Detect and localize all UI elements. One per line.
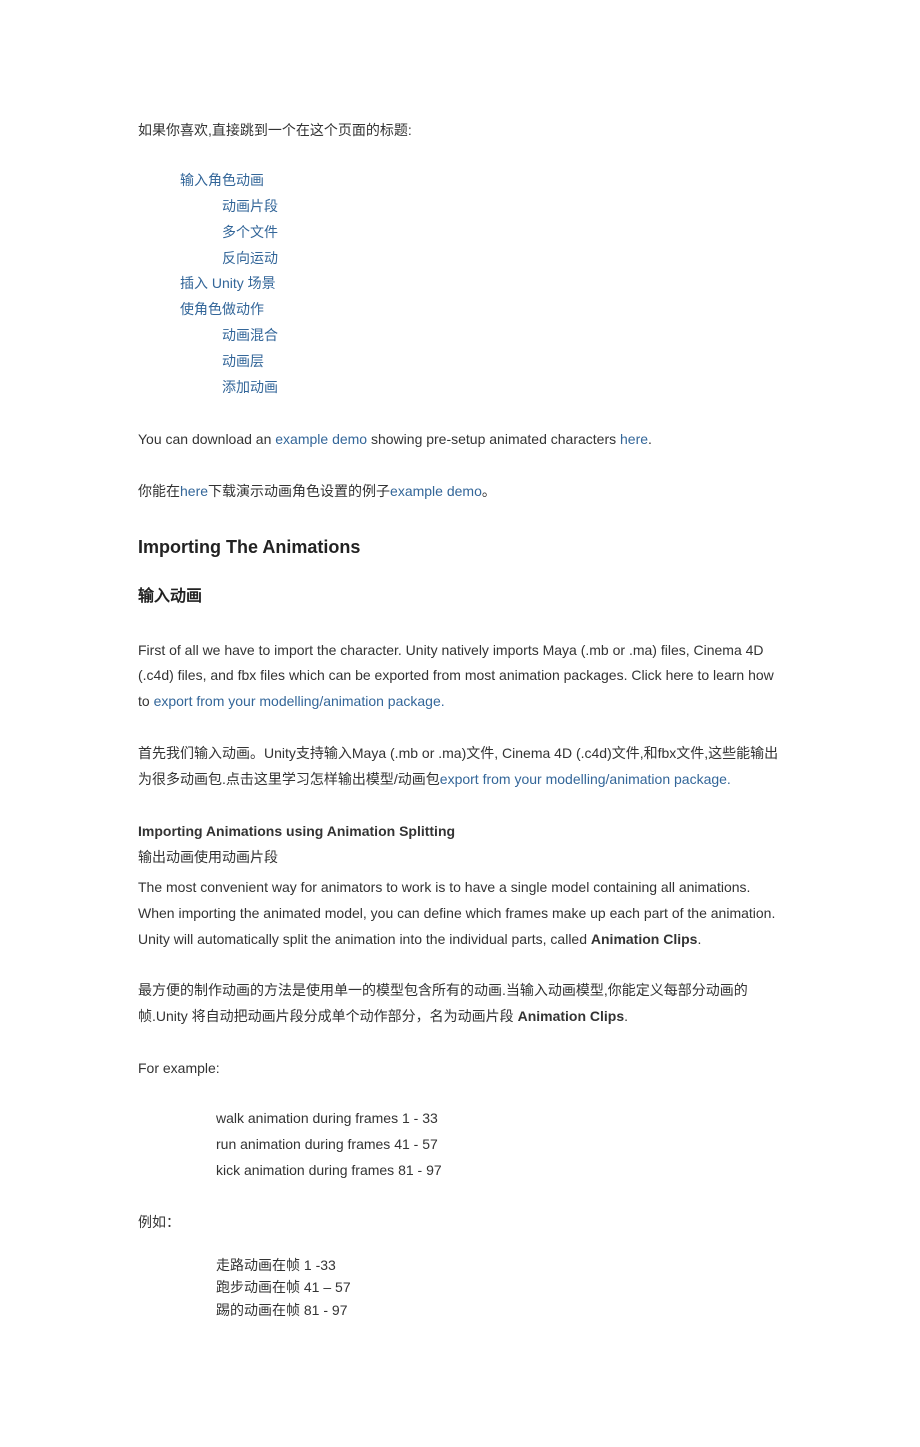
subheading-animation-splitting-en: Importing Animations using Animation Spl… (138, 819, 782, 845)
list-item: walk animation during frames 1 - 33 (216, 1106, 782, 1132)
animation-clips-bold-zh: Animation Clips (518, 1008, 625, 1024)
animation-clips-bold: Animation Clips (591, 931, 698, 947)
for-example-label: For example: (138, 1056, 782, 1082)
toc-link-import-character[interactable]: 输入角色动画 (180, 168, 782, 194)
for-example-label-zh: 例如： (138, 1210, 782, 1236)
text: You can download an (138, 431, 275, 447)
toc-link-animation-blend[interactable]: 动画混合 (222, 323, 782, 349)
text: 最方便的制作动画的方法是使用单一的模型包含所有的动画.当输入动画模型,你能定义每… (138, 982, 748, 1024)
example-demo-link[interactable]: example demo (275, 431, 367, 447)
split-paragraph-en: The most convenient way for animators to… (138, 875, 782, 953)
list-item: 走路动画在帧 1 -33 (216, 1254, 782, 1276)
text: 下载演示动画角色设置的例子 (208, 483, 390, 499)
example-demo-link-zh[interactable]: example demo (390, 483, 482, 499)
export-link-en[interactable]: export from your modelling/animation pac… (154, 693, 445, 709)
intro-zh: 如果你喜欢,直接跳到一个在这个页面的标题: (138, 118, 782, 144)
heading-importing-animations: Importing The Animations (138, 531, 782, 564)
subheading-animation-splitting-zh: 输出动画使用动画片段 (138, 845, 782, 871)
import-paragraph-en: First of all we have to import the chara… (138, 638, 782, 716)
toc-link-animation-layer[interactable]: 动画层 (222, 349, 782, 375)
heading-importing-animations-zh: 输入动画 (138, 582, 782, 612)
example-list-en: walk animation during frames 1 - 33 run … (138, 1106, 782, 1184)
toc-link-animation-clip[interactable]: 动画片段 (222, 194, 782, 220)
text: 。 (482, 483, 496, 499)
text: 你能在 (138, 483, 180, 499)
toc-link-multi-files[interactable]: 多个文件 (222, 220, 782, 246)
download-zh: 你能在here下载演示动画角色设置的例子example demo。 (138, 479, 782, 505)
toc-link-insert-scene[interactable]: 插入 Unity 场景 (180, 271, 782, 297)
toc-link-character-action[interactable]: 使角色做动作 (180, 297, 782, 323)
text: . (648, 431, 652, 447)
example-list-zh: 走路动画在帧 1 -33 跑步动画在帧 41 – 57 踢的动画在帧 81 - … (138, 1254, 782, 1321)
list-item: kick animation during frames 81 - 97 (216, 1158, 782, 1184)
text: showing pre-setup animated characters (367, 431, 620, 447)
import-paragraph-zh: 首先我们输入动画。Unity支持输入Maya (.mb or .ma)文件, C… (138, 741, 782, 793)
text: . (624, 1008, 628, 1024)
toc-link-inverse-kinematics[interactable]: 反向运动 (222, 246, 782, 272)
here-link-zh[interactable]: here (180, 483, 208, 499)
toc-link-add-animation[interactable]: 添加动画 (222, 375, 782, 401)
table-of-contents: 输入角色动画 动画片段 多个文件 反向运动 插入 Unity 场景 使角色做动作… (138, 168, 782, 401)
split-paragraph-zh: 最方便的制作动画的方法是使用单一的模型包含所有的动画.当输入动画模型,你能定义每… (138, 978, 782, 1030)
here-link[interactable]: here (620, 431, 648, 447)
download-en: You can download an example demo showing… (138, 427, 782, 453)
export-link-zh[interactable]: export from your modelling/animation pac… (440, 771, 731, 787)
list-item: 跑步动画在帧 41 – 57 (216, 1276, 782, 1298)
text: . (697, 931, 701, 947)
list-item: run animation during frames 41 - 57 (216, 1132, 782, 1158)
